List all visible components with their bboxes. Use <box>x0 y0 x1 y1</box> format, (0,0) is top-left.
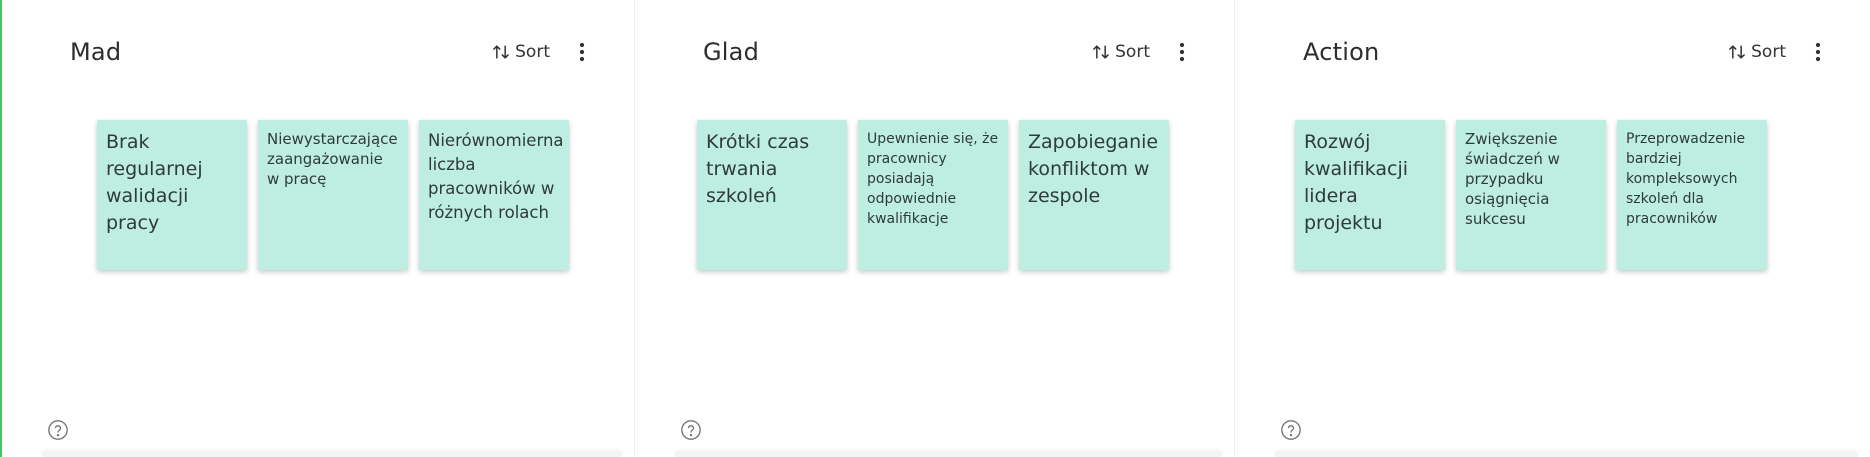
sticky-note[interactable]: Brak regularnej walidacji pracy <box>97 120 247 270</box>
sort-label: Sort <box>1751 42 1786 62</box>
sticky-note[interactable]: Przeprowadzenie bardziej kompleksowych s… <box>1617 120 1767 270</box>
sticky-note[interactable]: Rozwój kwalifikacji lidera projektu <box>1295 120 1445 270</box>
sticky-note[interactable]: Upewnienie się, że pracownicy posiadają … <box>858 120 1008 270</box>
column-glad: Glad Sort Krótki czas trwania szkoleń Up… <box>635 0 1235 457</box>
notes-area: Krótki czas trwania szkoleń Upewnienie s… <box>697 120 1169 270</box>
help-circle-icon[interactable] <box>47 419 69 441</box>
column-footer-bar <box>42 451 622 457</box>
notes-area: Rozwój kwalifikacji lidera projektu Zwię… <box>1295 120 1767 270</box>
sort-arrows-icon <box>493 45 509 59</box>
more-vertical-icon[interactable] <box>1806 40 1830 64</box>
sticky-note[interactable]: Nierównomierna liczba pracowników w różn… <box>419 120 569 270</box>
sort-label: Sort <box>1115 42 1150 62</box>
more-vertical-icon[interactable] <box>570 40 594 64</box>
column-title: Mad <box>70 38 122 66</box>
column-mad: Mad Sort Brak regularnej walidacji pracy… <box>2 0 635 457</box>
sticky-note[interactable]: Zwiększenie świadczeń w przypadku osiągn… <box>1456 120 1606 270</box>
column-footer-bar <box>675 451 1222 457</box>
sort-button[interactable]: Sort <box>491 42 550 62</box>
column-footer-bar <box>1275 451 1858 457</box>
sort-button[interactable]: Sort <box>1091 42 1150 62</box>
sort-arrows-icon <box>1093 45 1109 59</box>
column-title: Glad <box>703 38 760 66</box>
help-circle-icon[interactable] <box>1280 419 1302 441</box>
sticky-note[interactable]: Niewystarczające zaangażowanie w pracę <box>258 120 408 270</box>
sort-button[interactable]: Sort <box>1727 42 1786 62</box>
retro-board: Mad Sort Brak regularnej walidacji pracy… <box>2 0 1870 457</box>
column-header: Glad Sort <box>703 34 1194 70</box>
column-title: Action <box>1303 38 1380 66</box>
column-header: Action Sort <box>1303 34 1830 70</box>
sticky-note[interactable]: Zapobieganie konfliktom w zespole <box>1019 120 1169 270</box>
sticky-note[interactable]: Krótki czas trwania szkoleń <box>697 120 847 270</box>
notes-area: Brak regularnej walidacji pracy Niewysta… <box>97 120 569 270</box>
column-action: Action Sort Rozwój kwalifikacji lidera p… <box>1235 0 1870 457</box>
column-header: Mad Sort <box>70 34 594 70</box>
sort-arrows-icon <box>1729 45 1745 59</box>
more-vertical-icon[interactable] <box>1170 40 1194 64</box>
sort-label: Sort <box>515 42 550 62</box>
help-circle-icon[interactable] <box>680 419 702 441</box>
